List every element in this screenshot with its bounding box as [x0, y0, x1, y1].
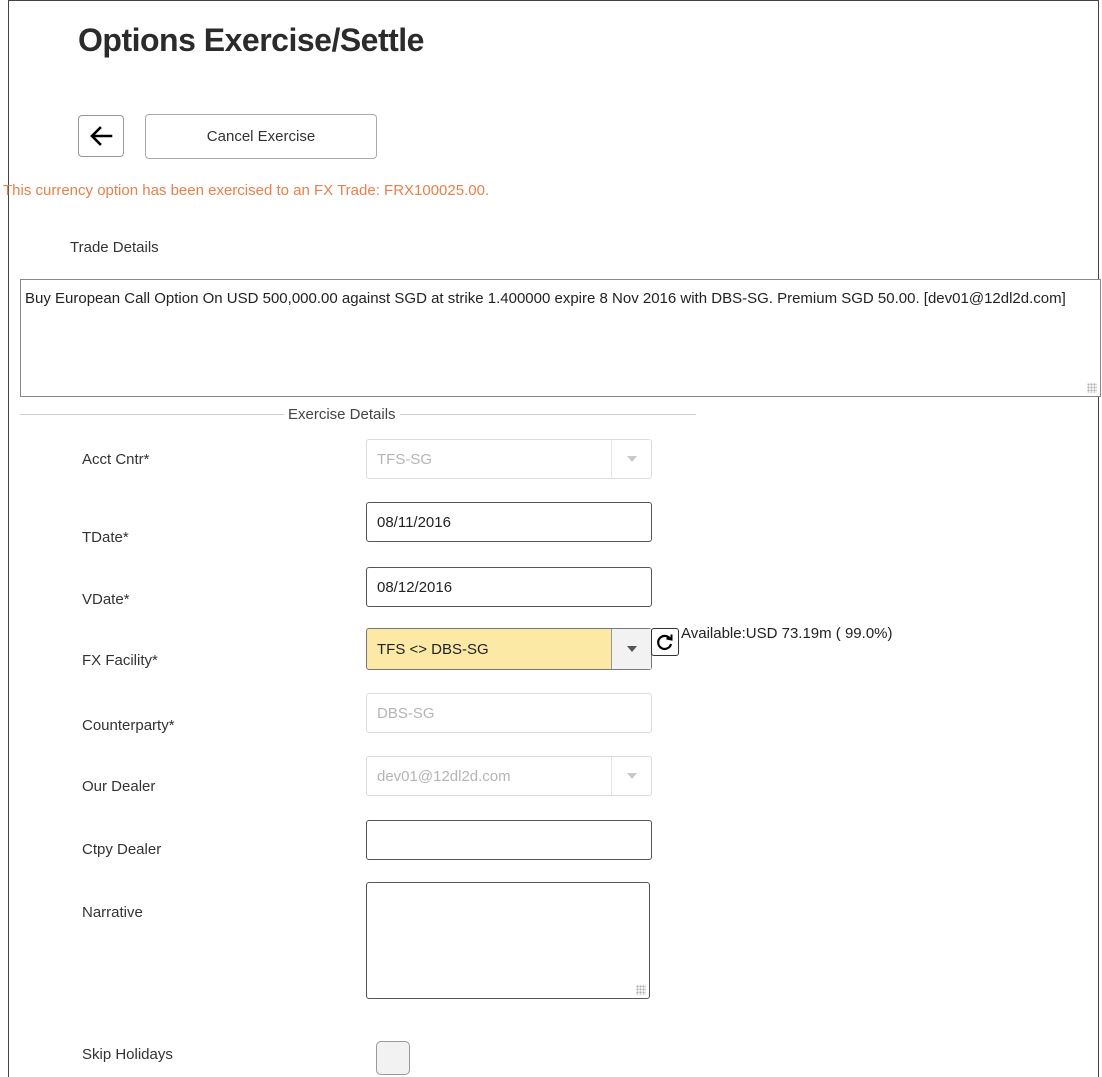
page-title: Options Exercise/Settle [78, 22, 424, 58]
acct-cntr-value: TFS-SG [377, 450, 432, 468]
narrative-label: Narrative [82, 904, 143, 921]
narrative-textarea[interactable] [366, 882, 650, 999]
vdate-value: 08/12/2016 [377, 578, 453, 596]
resize-grip-icon[interactable] [636, 985, 646, 995]
acct-cntr-label: Acct Cntr* [82, 451, 150, 468]
fx-facility-select[interactable]: TFS <> DBS-SG [366, 628, 652, 670]
our-dealer-select: dev01@12dl2d.com [366, 756, 652, 796]
arrow-left-icon [90, 126, 113, 146]
chevron-down-icon[interactable] [611, 629, 651, 669]
chevron-down-icon [611, 757, 651, 795]
vdate-input[interactable]: 08/12/2016 [366, 567, 652, 607]
skip-holidays-label: Skip Holidays [82, 1046, 173, 1063]
resize-grip-icon[interactable] [1087, 383, 1097, 393]
cancel-exercise-button[interactable]: Cancel Exercise [145, 114, 377, 159]
back-button[interactable] [78, 115, 124, 157]
ctpy-dealer-label: Ctpy Dealer [82, 841, 162, 858]
refresh-icon[interactable] [651, 628, 679, 656]
tdate-input[interactable]: 08/11/2016 [366, 502, 652, 542]
skip-holidays-checkbox[interactable] [376, 1041, 410, 1075]
available-limit-text: Available:USD 73.19m ( 99.0%) [681, 625, 893, 642]
ctpy-dealer-input[interactable] [366, 820, 652, 860]
exercise-details-heading: Exercise Details [284, 406, 400, 423]
counterparty-input: DBS-SG [366, 693, 652, 733]
trade-details-text: Buy European Call Option On USD 500,000.… [25, 290, 1066, 307]
our-dealer-label: Our Dealer [82, 778, 156, 795]
fx-facility-value: TFS <> DBS-SG [377, 640, 489, 658]
acct-cntr-select: TFS-SG [366, 439, 652, 479]
trade-details-textarea[interactable]: Buy European Call Option On USD 500,000.… [20, 279, 1101, 397]
refresh-glyph [657, 634, 673, 650]
vdate-label: VDate* [82, 591, 130, 608]
fx-facility-label: FX Facility* [82, 652, 158, 669]
exercise-status-message: This currency option has been exercised … [3, 182, 490, 199]
counterparty-value: DBS-SG [377, 704, 435, 722]
our-dealer-value: dev01@12dl2d.com [377, 767, 511, 785]
counterparty-label: Counterparty* [82, 717, 175, 734]
trade-details-label: Trade Details [70, 239, 159, 256]
tdate-value: 08/11/2016 [377, 513, 451, 531]
chevron-down-icon [611, 440, 651, 478]
tdate-label: TDate* [82, 529, 129, 546]
